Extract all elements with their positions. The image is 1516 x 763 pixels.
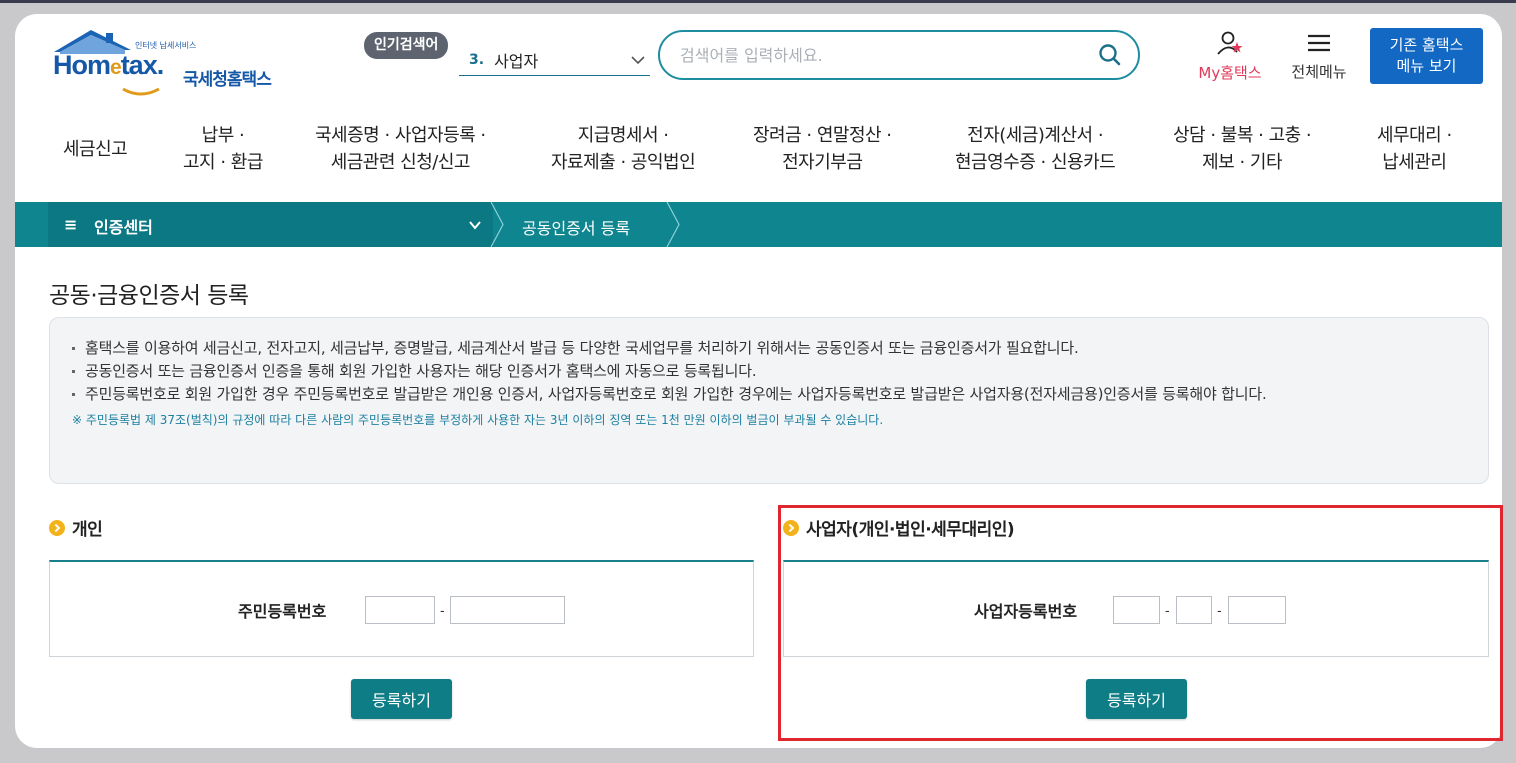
arrow-bullet-icon [49,519,65,536]
popular-search-badge: 인기검색어 [364,32,449,59]
search-input[interactable] [680,44,1080,66]
gnb-label: 지급명세서 · [577,125,669,146]
breadcrumb-separator-icon [490,202,504,247]
gnb-label: 고지 · 환급 [183,152,263,173]
gnb-payment[interactable]: 납부 · 고지 · 환급 [183,122,263,176]
breadcrumb-separator-icon [666,202,680,247]
gnb-label: 납부 · [201,125,245,146]
personal-form: 주민등록번호 - [49,560,754,657]
page-title: 공동·금융인증서 등록 [49,283,249,309]
gnb-e-invoice[interactable]: 전자(세금)계산서 · 현금영수증 · 신용카드 [955,122,1116,176]
popular-word: 사업자 [494,51,539,71]
notice-box: 홈택스를 이용하여 세금신고, 전자고지, 세금납부, 증명발급, 세금계산서 … [49,317,1489,484]
section-title-text: 개인 [72,520,103,540]
main-navigation: 세금신고 납부 · 고지 · 환급 국세증명 · 사업자등록 · 세금관련 신청… [15,122,1502,182]
chevron-down-icon[interactable] [468,218,482,232]
gnb-label: 세금관련 신청/신고 [330,152,471,173]
gnb-label: 전자(세금)계산서 · [967,125,1104,146]
popular-search-dropdown[interactable]: 3. 사업자 [459,44,650,76]
menu-list-icon: ≡ [64,215,78,234]
gnb-label: 현금영수증 · 신용카드 [955,152,1116,173]
gnb-label: 장려금 · 연말정산 · [753,125,892,146]
old-menu-line1: 기존 홈택스 [1389,36,1464,54]
legal-warning: ※ 주민등록법 제 37조(벌칙)의 규정에 따라 다른 사람의 주민등록번호를… [72,413,884,427]
gnb-consultation[interactable]: 상담 · 불복 · 고충 · 제보 · 기타 [1173,122,1312,176]
logo-korean: 국세청홈택스 [183,70,272,90]
chevron-down-icon [631,56,645,65]
gnb-label: 납세관리 [1382,152,1447,173]
all-menu-label: 전체메뉴 [1291,63,1347,81]
gnb-label: 자료제출 · 공익법인 [551,152,696,173]
gnb-tax-filing[interactable]: 세금신고 [63,136,128,163]
resident-number-label: 주민등록번호 [238,602,327,621]
gnb-label: 국세증명 · 사업자등록 · [315,125,486,146]
location-center[interactable]: 인증센터 [94,214,153,238]
location-current-page[interactable]: 공동인증서 등록 [522,215,630,239]
top-border [0,0,1516,3]
gnb-payment-statement[interactable]: 지급명세서 · 자료제출 · 공익법인 [551,122,696,176]
all-menu-button[interactable]: 전체메뉴 [1283,32,1355,82]
resident-number-back-input[interactable] [450,596,565,624]
my-hometax-link[interactable]: My홈택스 [1190,30,1270,83]
gnb-label: 상담 · 불복 · 고충 · [1173,125,1312,146]
gnb-label: 세금신고 [63,139,128,160]
gnb-label: 제보 · 기타 [1202,152,1283,173]
old-hometax-menu-button[interactable]: 기존 홈택스 메뉴 보기 [1370,28,1483,84]
gnb-label: 전자기부금 [782,152,863,173]
notice-item: 공동인증서 또는 금융인증서 인증을 통해 회원 가입한 사용자는 해당 인증서… [72,360,1466,383]
hometax-logo[interactable]: 인터넷 납세서비스 Hometax. 국세청홈택스 [51,28,311,96]
personal-register-button[interactable]: 등록하기 [351,679,452,719]
dash: - [440,604,445,619]
gnb-certificate[interactable]: 국세증명 · 사업자등록 · 세금관련 신청/신고 [315,122,486,176]
search-icon[interactable] [1098,43,1122,67]
gnb-tax-agent[interactable]: 세무대리 · 납세관리 [1377,122,1452,176]
logo-english: Hometax. [53,50,164,80]
hamburger-menu-icon [1308,34,1330,52]
highlight-box [778,505,1503,741]
search-box [658,30,1140,80]
user-icon [1217,31,1243,55]
notice-item: 홈택스를 이용하여 세금신고, 전자고지, 세금납부, 증명발급, 세금계산서 … [72,337,1466,360]
my-hometax-label: My홈택스 [1198,64,1262,82]
notice-item: 주민등록번호로 회원 가입한 경우 주민등록번호로 발급받은 개인용 인증서, … [72,383,1412,406]
gnb-incentive[interactable]: 장려금 · 연말정산 · 전자기부금 [753,122,892,176]
resident-number-front-input[interactable] [365,596,435,624]
location-bar: ≡ 인증센터 공동인증서 등록 [15,202,1502,247]
personal-section-title: 개인 [49,515,103,540]
old-menu-line2: 메뉴 보기 [1396,57,1457,75]
gnb-label: 세무대리 · [1377,125,1452,146]
logo-smile-icon [122,87,160,96]
popular-rank: 3. [469,51,485,68]
